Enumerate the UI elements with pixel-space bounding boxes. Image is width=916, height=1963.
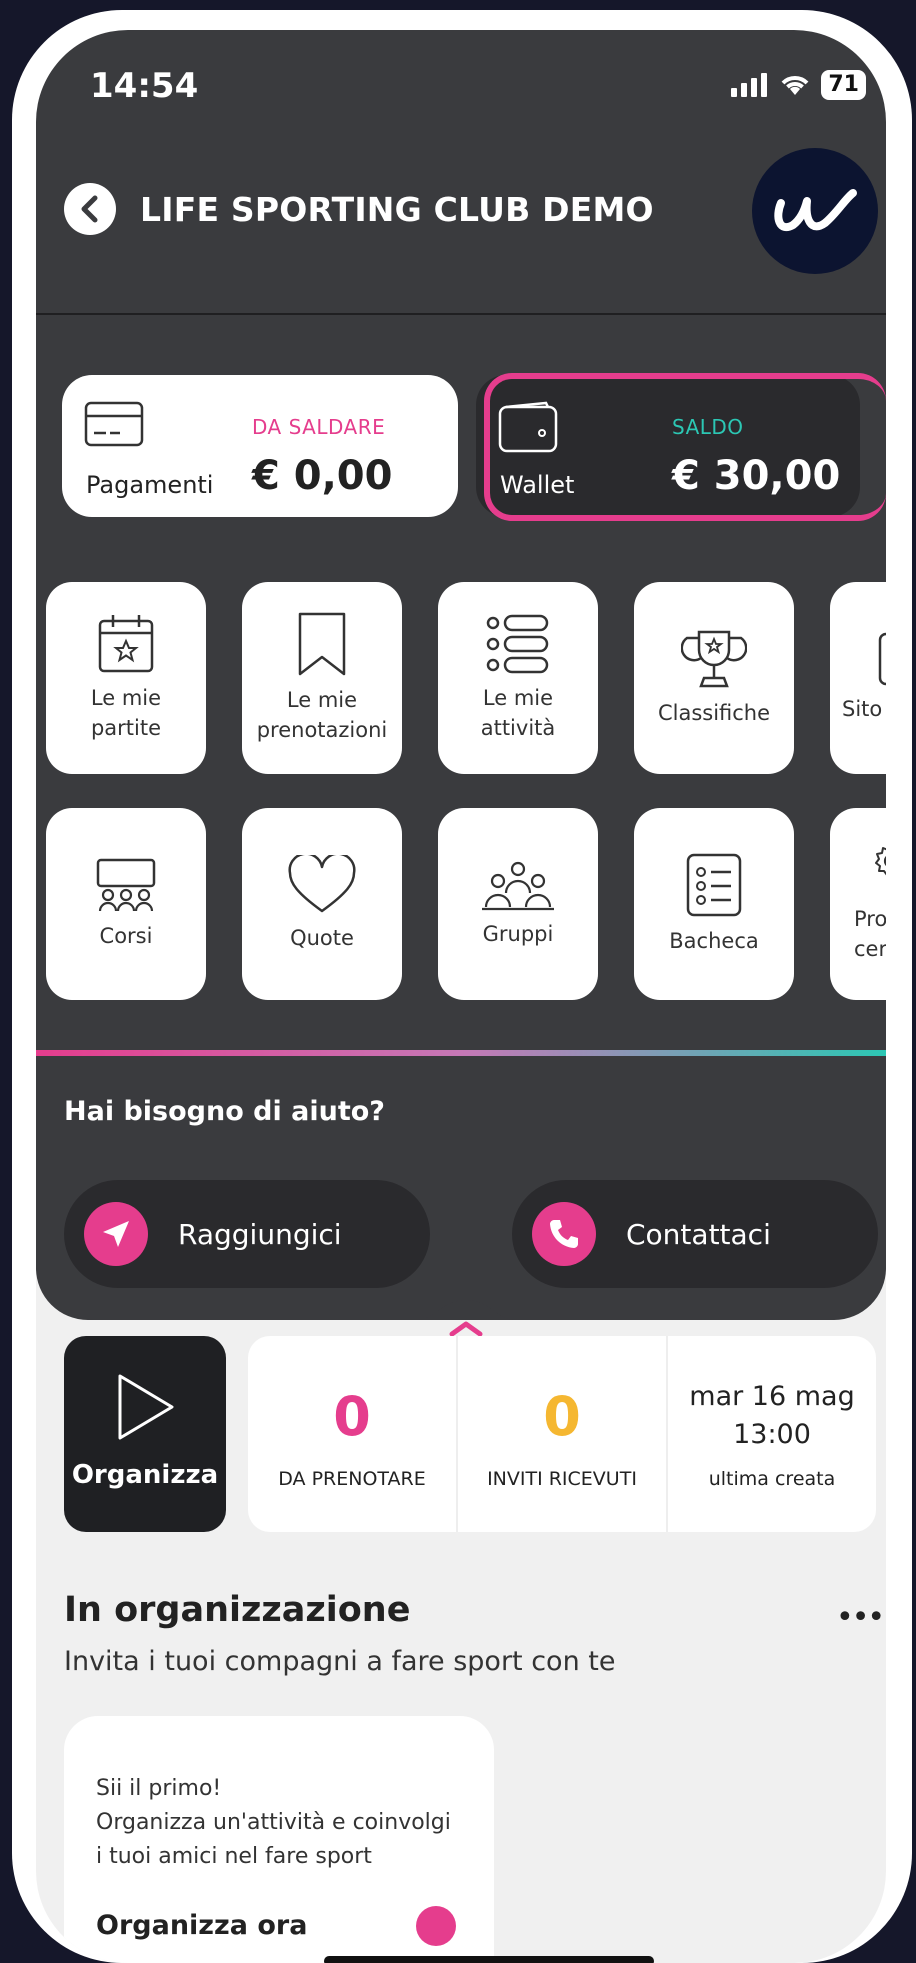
tile-rankings[interactable]: Classifiche bbox=[634, 582, 794, 774]
payments-card[interactable]: Pagamenti DA SALDARE € 0,00 bbox=[62, 375, 458, 517]
phone-frame: 14:54 71 LIFE SPORTING CLUB DEMO Pagamen… bbox=[12, 10, 912, 1963]
group-icon bbox=[482, 861, 554, 911]
tile-label: Le mie attività bbox=[480, 686, 556, 740]
organize-now-link[interactable]: Organizza ora bbox=[96, 1910, 307, 1941]
tile-profile[interactable]: Profil cer bbox=[830, 808, 886, 1000]
tile-fees[interactable]: Quote bbox=[242, 808, 402, 1000]
payments-caption: DA SALDARE bbox=[252, 415, 386, 439]
gear-icon bbox=[875, 847, 886, 876]
arrow-circle-icon[interactable] bbox=[416, 1906, 456, 1946]
stat-to-book[interactable]: 0 DA PRENOTARE bbox=[248, 1336, 458, 1532]
expand-chevron-icon[interactable] bbox=[416, 1300, 516, 1340]
board-icon bbox=[686, 853, 742, 917]
organize-button[interactable]: Organizza bbox=[64, 1336, 226, 1532]
tile-label: Classifiche bbox=[657, 701, 771, 725]
club-logo[interactable] bbox=[752, 148, 878, 274]
battery-indicator: 71 bbox=[821, 70, 866, 100]
stat-label: ultima creata bbox=[708, 1468, 836, 1490]
promo-card[interactable]: Sii il primo! Organizza un'attività e co… bbox=[64, 1716, 494, 1963]
tile-label: Gruppi bbox=[482, 922, 554, 946]
list-icon bbox=[486, 614, 549, 674]
status-time: 14:54 bbox=[90, 66, 199, 106]
stat-last-created[interactable]: mar 16 mag 13:00 ultima creata bbox=[668, 1336, 876, 1532]
stat-label: INVITI RICEVUTI bbox=[487, 1468, 637, 1490]
stats-panel: 0 DA PRENOTARE 0 INVITI RICEVUTI mar 16 … bbox=[248, 1336, 876, 1532]
tile-my-activities[interactable]: Le mie attività bbox=[438, 582, 598, 774]
bookmark-icon bbox=[298, 612, 346, 676]
tile-label: Le mie partite bbox=[90, 686, 162, 740]
payments-amount: € 0,00 bbox=[252, 453, 393, 499]
trophy-icon bbox=[681, 630, 747, 688]
more-options-icon[interactable]: ••• bbox=[836, 1600, 885, 1635]
classroom-icon bbox=[96, 858, 156, 912]
club-title: LIFE SPORTING CLUB DEMO bbox=[140, 190, 654, 229]
logo-w-icon bbox=[774, 189, 857, 231]
gradient-divider bbox=[36, 1050, 886, 1056]
stat-label: DA PRENOTARE bbox=[278, 1468, 426, 1490]
tile-label: Corsi bbox=[99, 924, 153, 948]
organize-label: Organizza bbox=[71, 1460, 219, 1490]
status-icons: 71 bbox=[731, 70, 866, 100]
back-button[interactable] bbox=[64, 183, 116, 235]
navigation-arrow-icon bbox=[84, 1202, 148, 1266]
home-indicator[interactable] bbox=[324, 1956, 654, 1963]
reach-us-button[interactable]: Raggiungici bbox=[64, 1180, 430, 1288]
tile-my-bookings[interactable]: Le mie prenotazioni bbox=[242, 582, 402, 774]
section-subtitle: Invita i tuoi compagni a fare sport con … bbox=[64, 1646, 616, 1677]
stat-date: mar 16 mag 13:00 bbox=[689, 1381, 855, 1450]
section-title: In organizzazione bbox=[64, 1590, 411, 1630]
tile-courses[interactable]: Corsi bbox=[46, 808, 206, 1000]
reach-us-label: Raggiungici bbox=[178, 1217, 342, 1251]
chevron-left-icon bbox=[81, 195, 98, 223]
stat-value: 0 bbox=[333, 1385, 371, 1448]
stat-invites[interactable]: 0 INVITI RICEVUTI bbox=[458, 1336, 668, 1532]
tile-label: Sito de bbox=[842, 697, 886, 721]
tile-website[interactable]: Sito de bbox=[830, 582, 886, 774]
website-icon bbox=[878, 632, 886, 686]
tile-groups[interactable]: Gruppi bbox=[438, 808, 598, 1000]
phone-icon bbox=[532, 1202, 596, 1266]
calendar-star-icon bbox=[98, 615, 154, 673]
promo-text: Sii il primo! Organizza un'attività e co… bbox=[96, 1776, 451, 1869]
wallet-highlight bbox=[484, 373, 886, 521]
tile-label: Le mie prenotazioni bbox=[256, 688, 388, 742]
contact-us-button[interactable]: Contattaci bbox=[512, 1180, 878, 1288]
tile-my-matches[interactable]: Le mie partite bbox=[46, 582, 206, 774]
tile-label: Bacheca bbox=[669, 929, 759, 953]
header-panel: 14:54 71 LIFE SPORTING CLUB DEMO Pagamen… bbox=[36, 30, 886, 1320]
contact-us-label: Contattaci bbox=[626, 1217, 771, 1251]
stat-value: 0 bbox=[543, 1385, 581, 1448]
signal-icon bbox=[731, 73, 768, 97]
tile-board[interactable]: Bacheca bbox=[634, 808, 794, 1000]
payments-label: Pagamenti bbox=[86, 471, 214, 499]
tile-label: Profil cer bbox=[854, 907, 886, 961]
heart-icon bbox=[288, 855, 356, 913]
wifi-icon bbox=[781, 76, 809, 95]
credit-card-icon bbox=[84, 401, 144, 447]
help-title: Hai bisogno di aiuto? bbox=[64, 1096, 385, 1127]
header-divider bbox=[36, 313, 886, 315]
play-icon bbox=[118, 1374, 174, 1440]
tile-label: Quote bbox=[290, 926, 354, 950]
app-screen: 14:54 71 LIFE SPORTING CLUB DEMO Pagamen… bbox=[36, 30, 886, 1963]
